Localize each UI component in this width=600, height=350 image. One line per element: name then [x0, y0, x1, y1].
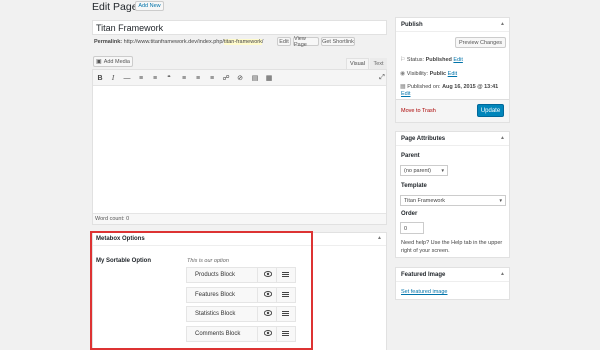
view-page-button[interactable]: View Page [293, 36, 319, 48]
fullscreen-icon[interactable]: ⤢ [377, 72, 387, 84]
align-right-icon[interactable]: ≡ [207, 72, 217, 84]
featured-title: Featured Image [401, 272, 446, 278]
order-value: 0 [404, 226, 408, 232]
permalink-row: Permalink: http://www.titanframework.dev… [94, 39, 263, 45]
numbered-list-icon[interactable]: ≡ [150, 72, 160, 84]
order-label: Order [401, 211, 418, 217]
title-input[interactable]: Titan Framework [92, 20, 387, 35]
collapse-arrow-icon[interactable]: ▲ [500, 135, 505, 141]
more-tag-icon[interactable]: ▤ [250, 72, 260, 84]
hr-icon[interactable]: — [122, 72, 132, 84]
eye-icon: ◉ [400, 71, 406, 77]
attributes-header[interactable]: Page Attributes ▲ [396, 132, 509, 146]
permalink-base: http://www.titanframework.dev/index.php/ [123, 39, 224, 45]
get-shortlink-button[interactable]: Get Shortlink [321, 37, 355, 46]
preview-changes-button[interactable]: Preview Changes [455, 37, 506, 48]
permalink-label: Permalink: [94, 39, 123, 45]
pin-icon: ⚐ [400, 57, 406, 63]
visibility-value: Public [429, 71, 447, 77]
editor-toolbar: B I — ≡ ≡ “ ≡ ≡ ≡ ☍ ⊘ ▤ ▦ ⤢ [93, 70, 386, 86]
publish-footer: Move to Trash Update [396, 99, 509, 122]
chevron-down-icon: ▼ [440, 168, 445, 173]
tab-text[interactable]: Text [370, 58, 387, 69]
featured-header[interactable]: Featured Image ▲ [396, 268, 509, 282]
attributes-help-text: Need help? Use the Help tab in the upper… [401, 240, 503, 254]
attributes-title: Page Attributes [401, 136, 446, 142]
collapse-arrow-icon[interactable]: ▲ [500, 21, 505, 27]
title-value: Titan Framework [96, 23, 164, 33]
status-edit-link[interactable]: Edit [453, 57, 462, 63]
collapse-arrow-icon[interactable]: ▲ [500, 271, 505, 277]
publish-header[interactable]: Publish ▲ [396, 18, 509, 32]
visibility-label: Visibility: [406, 71, 429, 77]
order-input[interactable]: 0 [400, 222, 424, 234]
media-icon: ▣ [96, 59, 102, 65]
parent-value: (no parent) [404, 168, 431, 174]
align-left-icon[interactable]: ≡ [179, 72, 189, 84]
permalink-trail: / [261, 39, 264, 45]
template-label: Template [401, 183, 427, 189]
link-icon[interactable]: ☍ [221, 72, 231, 84]
page-title: Edit Page [92, 1, 138, 13]
status-label: Status: [406, 57, 425, 63]
template-value: Titan Framework [404, 198, 446, 204]
unlink-icon[interactable]: ⊘ [235, 72, 245, 84]
parent-select[interactable]: (no parent) ▼ [400, 165, 448, 176]
visibility-edit-link[interactable]: Edit [448, 71, 457, 77]
permalink-slug[interactable]: titan-framework [223, 39, 262, 45]
status-value: Published [425, 57, 452, 63]
align-center-icon[interactable]: ≡ [193, 72, 203, 84]
published-edit-link[interactable]: Edit [401, 91, 410, 97]
status-row: ⚐ Status: Published Edit [400, 56, 463, 63]
highlight-box [90, 231, 313, 350]
publish-box: Publish ▲ Preview Changes ⚐ Status: Publ… [395, 17, 510, 123]
visibility-row: ◉ Visibility: Public Edit [400, 70, 457, 77]
word-count: Word count: 0 [95, 216, 130, 222]
permalink-edit-button[interactable]: Edit [277, 37, 291, 46]
add-media-button[interactable]: ▣ Add Media [93, 56, 133, 67]
quote-icon[interactable]: “ [164, 72, 174, 84]
template-select[interactable]: Titan Framework ▼ [400, 195, 506, 206]
add-new-button[interactable]: Add New [135, 1, 164, 11]
parent-label: Parent [401, 153, 420, 159]
move-to-trash-link[interactable]: Move to Trash [401, 108, 436, 114]
set-featured-image-link[interactable]: Set featured image [401, 289, 447, 295]
kitchen-sink-icon[interactable]: ▦ [264, 72, 274, 84]
published-on-label: Published on: [407, 84, 441, 90]
tab-visual[interactable]: Visual [346, 58, 369, 69]
page-attributes-box: Page Attributes ▲ Parent (no parent) ▼ T… [395, 131, 510, 258]
editor-area: B I — ≡ ≡ “ ≡ ≡ ≡ ☍ ⊘ ▤ ▦ ⤢ Word count: … [92, 69, 387, 225]
word-count-bar: Word count: 0 [93, 213, 386, 224]
published-on-row: ▦ Published on: Aug 16, 2015 @ 13:41 [400, 83, 498, 90]
calendar-icon: ▦ [400, 84, 406, 90]
publish-title: Publish [401, 22, 423, 28]
collapse-arrow-icon[interactable]: ▲ [377, 235, 382, 241]
add-media-label: Add Media [103, 58, 130, 65]
featured-image-box: Featured Image ▲ Set featured image [395, 267, 510, 300]
published-on-value: Aug 16, 2015 @ 13:41 [442, 84, 499, 90]
bullet-list-icon[interactable]: ≡ [136, 72, 146, 84]
italic-icon[interactable]: I [108, 72, 118, 84]
update-button[interactable]: Update [477, 104, 504, 117]
bold-icon[interactable]: B [95, 72, 105, 84]
chevron-down-icon: ▼ [498, 198, 503, 203]
